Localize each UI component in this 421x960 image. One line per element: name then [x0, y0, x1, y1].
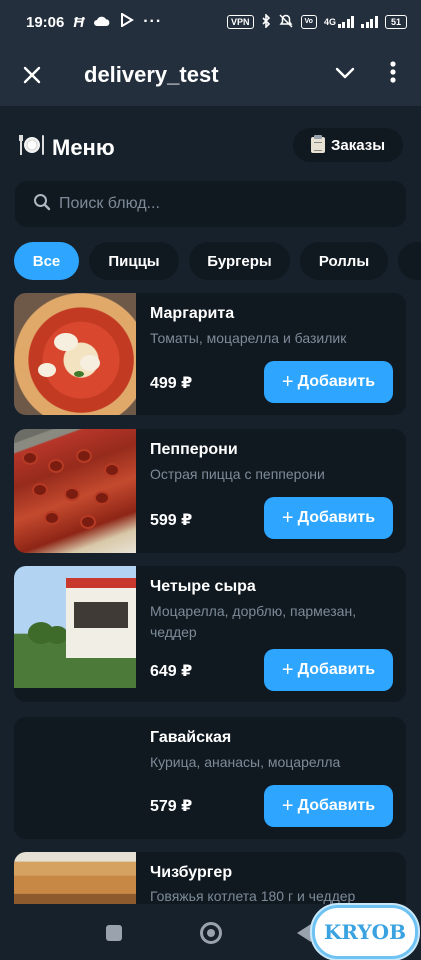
signal-icon-2 — [361, 16, 378, 28]
plus-icon: + — [281, 507, 294, 529]
product-description: Говяжья котлета 180 г и чеддер — [150, 888, 356, 904]
tab-pizzas[interactable]: Пиццы — [89, 242, 179, 280]
plus-icon: + — [281, 795, 294, 817]
product-card: Четыре сыра Моцарелла, дорблю, пармезан,… — [14, 566, 406, 702]
network-type: 4G — [323, 17, 336, 27]
category-tabs: Все Пиццы Бургеры Роллы — [14, 242, 421, 280]
battery-icon: 51 — [384, 15, 407, 29]
product-image — [14, 293, 136, 415]
recent-apps-icon[interactable] — [106, 925, 122, 941]
product-description: Томаты, моцарелла и базилик — [150, 330, 347, 346]
plus-icon: + — [281, 371, 294, 393]
product-description: Острая пицца с пепперони — [150, 466, 325, 482]
status-bar: 19:06 Ħ ··· VPN Vo 4G 51 — [0, 0, 421, 44]
menu-heading: Меню — [18, 133, 115, 163]
bluetooth-icon — [261, 12, 271, 31]
add-to-cart-button[interactable]: + Добавить — [264, 785, 393, 827]
add-button-label: Добавить — [297, 509, 376, 526]
signal-icon — [337, 16, 355, 28]
product-price: 579 ₽ — [150, 798, 193, 815]
tab-burgers[interactable]: Бургеры — [189, 242, 290, 280]
chevron-down-icon[interactable] — [325, 66, 365, 84]
product-card: Маргарита Томаты, моцарелла и базилик 49… — [14, 293, 406, 415]
product-card: Чизбургер Говяжья котлета 180 г и чеддер — [14, 852, 406, 904]
menu-top: Меню Заказы — [0, 125, 421, 169]
add-button-label: Добавить — [297, 661, 376, 678]
page-title: delivery_test — [84, 62, 219, 87]
product-price: 649 ₽ — [150, 663, 193, 680]
add-button-label: Добавить — [297, 373, 376, 390]
product-image — [14, 429, 136, 553]
plate-icon — [18, 133, 44, 163]
add-to-cart-button[interactable]: + Добавить — [264, 649, 393, 691]
h-icon: Ħ — [73, 13, 85, 31]
search-input[interactable]: Поиск блюд... — [15, 181, 406, 227]
search-icon — [33, 193, 51, 216]
product-description: Моцарелла, дорблю, пармезан, чеддер — [150, 603, 357, 640]
product-name: Четыре сыра — [150, 578, 256, 595]
product-card: Гавайская Курица, ананасы, моцарелла 579… — [14, 717, 406, 839]
product-name: Маргарита — [150, 305, 235, 322]
add-to-cart-button[interactable]: + Добавить — [264, 497, 393, 539]
add-to-cart-button[interactable]: + Добавить — [264, 361, 393, 403]
play-icon — [120, 12, 135, 31]
home-icon[interactable] — [200, 922, 222, 944]
product-name: Чизбургер — [150, 864, 233, 881]
product-price: 599 ₽ — [150, 512, 193, 529]
plus-icon: + — [281, 659, 294, 681]
more-icon: ··· — [143, 13, 163, 30]
mute-icon — [278, 13, 294, 31]
product-name: Гавайская — [150, 729, 232, 746]
search-placeholder: Поиск блюд... — [59, 195, 160, 212]
close-icon[interactable] — [0, 60, 64, 91]
back-icon[interactable] — [297, 924, 311, 942]
more-vertical-icon[interactable] — [365, 61, 421, 89]
add-button-label: Добавить — [297, 797, 376, 814]
menu-title: Меню — [52, 135, 115, 160]
product-image — [14, 852, 136, 904]
app-header: delivery_test — [0, 44, 421, 106]
product-description: Курица, ананасы, моцарелла — [150, 754, 341, 770]
cloud-icon — [93, 14, 111, 31]
product-card: Пепперони Острая пицца с пепперони 599 ₽… — [14, 429, 406, 553]
volte-badge: Vo — [300, 15, 317, 29]
orders-button[interactable]: Заказы — [293, 128, 403, 162]
clock: 19:06 — [26, 13, 65, 31]
product-image-placeholder — [14, 717, 136, 839]
product-name: Пепперони — [150, 441, 238, 458]
watermark-logo: KRYOB — [312, 905, 418, 959]
product-price: 499 ₽ — [150, 375, 193, 392]
product-image — [14, 566, 136, 688]
tab-rolls[interactable]: Роллы — [300, 242, 388, 280]
orders-label: Заказы — [330, 136, 386, 154]
vpn-badge: VPN — [227, 15, 254, 29]
tab-all[interactable]: Все — [14, 242, 79, 280]
tab-more[interactable] — [398, 242, 421, 280]
clipboard-icon — [310, 135, 325, 153]
